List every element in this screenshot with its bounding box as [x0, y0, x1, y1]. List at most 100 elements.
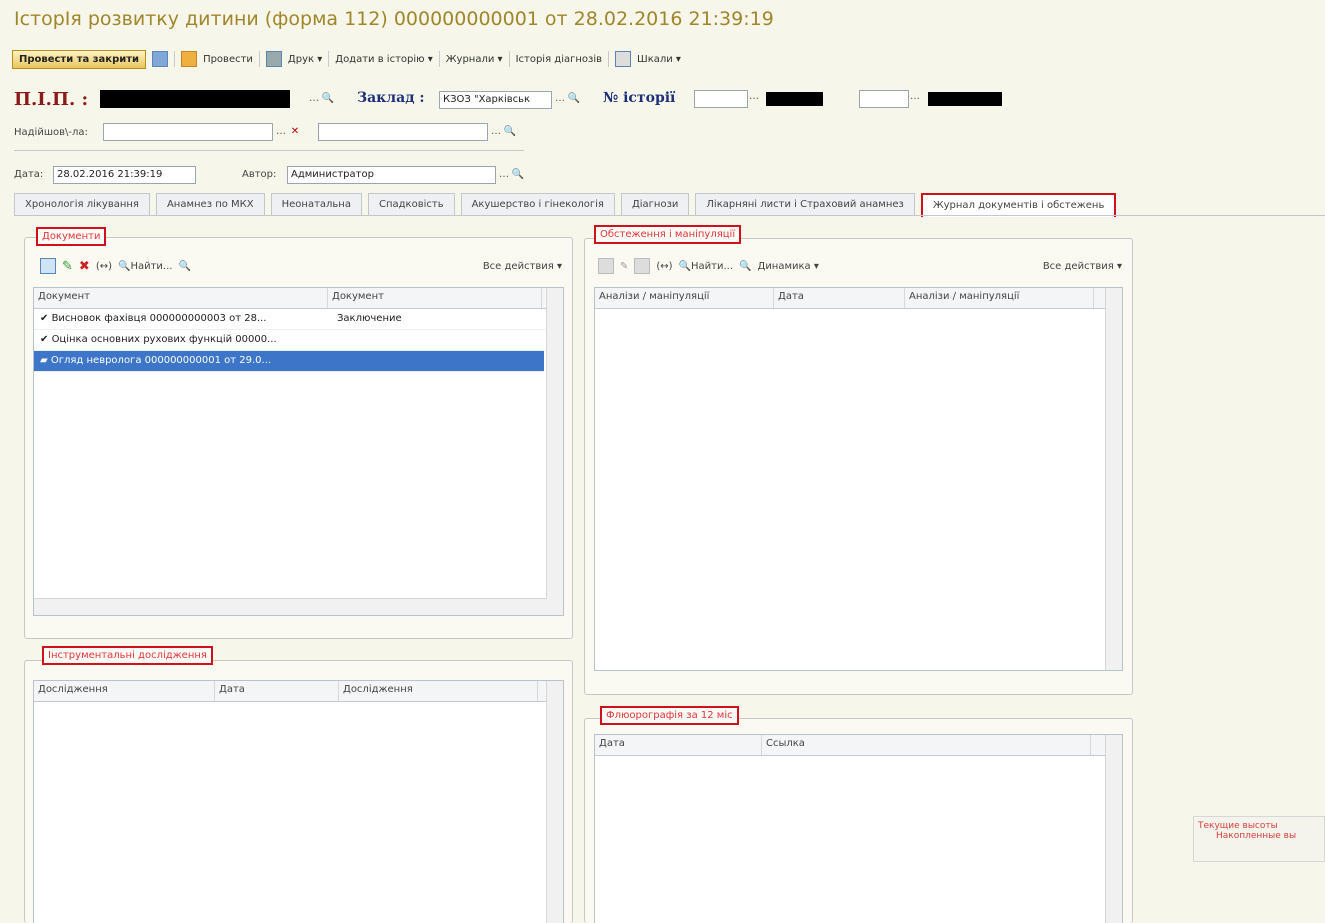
- column-header[interactable]: Дата: [215, 681, 339, 701]
- diagnosis-history-button[interactable]: Історія діагнозів: [516, 54, 602, 65]
- window-title: ІсторІя розвитку дитини (форма 112) 0000…: [14, 8, 774, 30]
- tab-heredity[interactable]: Спадковість: [367, 193, 455, 216]
- add-icon[interactable]: [598, 258, 614, 274]
- history-extra-select[interactable]: …: [910, 91, 924, 107]
- column-header[interactable]: Дата: [595, 735, 762, 755]
- main-toolbar: Провести та закрити Провести Друк ▾ Дода…: [12, 48, 681, 70]
- toolbar-separator: [438, 51, 440, 67]
- arrived-field[interactable]: [103, 123, 273, 141]
- edit-icon[interactable]: ✎: [62, 259, 73, 274]
- arrived-second-field[interactable]: [318, 123, 488, 141]
- history-number-field[interactable]: [694, 90, 748, 108]
- fluoro-grid-header: Дата Ссылка: [595, 735, 1122, 756]
- date-field[interactable]: 28.02.2016 21:39:19: [53, 166, 196, 184]
- documents-grid-header: Документ Документ: [34, 288, 563, 309]
- find-button[interactable]: 🔍Найти...: [118, 261, 172, 272]
- header-divider: [14, 150, 524, 151]
- pib-label: П.І.П. :: [14, 89, 89, 110]
- table-cell: ✔ Висновок фахівця 000000000003 от 28...: [40, 313, 267, 324]
- column-header[interactable]: Дослідження: [339, 681, 538, 701]
- search-icon[interactable]: 🔍: [178, 261, 190, 272]
- zaklad-field[interactable]: КЗОЗ "Харківськ: [439, 91, 552, 109]
- table-row-selected[interactable]: ▰ Огляд невролога 000000000001 от 29.0..…: [34, 351, 544, 372]
- info-line: Накопленные вы: [1216, 831, 1297, 841]
- exams-actions: ✎ (↔) 🔍Найти... 🔍 Динамика ▾ Все действи…: [598, 258, 1122, 274]
- edit-icon[interactable]: ✎: [620, 261, 628, 272]
- toolbar-separator: [508, 51, 510, 67]
- fluoro-grid: Дата Ссылка: [594, 734, 1123, 923]
- table-row[interactable]: ✔ Висновок фахівця 000000000003 от 28...…: [34, 309, 563, 330]
- journals-menu[interactable]: Журнали ▾: [446, 54, 503, 65]
- info-line: Текущие высоты: [1198, 821, 1278, 831]
- all-actions-menu[interactable]: Все действия ▾: [1043, 261, 1122, 272]
- tab-neonatal[interactable]: Неонатальна: [270, 193, 362, 216]
- side-info-box: Текущие высоты Накопленные вы: [1193, 816, 1325, 862]
- zaklad-select[interactable]: … 🔍: [553, 91, 581, 108]
- table-cell: Заключение: [337, 313, 402, 324]
- pib-select[interactable]: … 🔍: [307, 91, 335, 108]
- tab-strip: Хронологія лікування Анамнез по МКХ Неон…: [14, 193, 1325, 217]
- column-header[interactable]: Дослідження: [34, 681, 215, 701]
- all-actions-menu[interactable]: Все действия ▾: [483, 261, 562, 272]
- vertical-scrollbar[interactable]: [546, 288, 563, 615]
- tab-diagnoses[interactable]: Діагнози: [620, 193, 690, 216]
- arrived-select[interactable]: … ✕: [274, 124, 302, 141]
- date-label: Дата:: [14, 169, 44, 180]
- column-header[interactable]: Документ: [328, 288, 542, 308]
- vertical-scrollbar[interactable]: [1105, 735, 1122, 923]
- dynamics-menu[interactable]: Динамика ▾: [758, 261, 819, 272]
- tab-sick-leave[interactable]: Лікарняні листи і Страховий анамнез: [695, 193, 915, 216]
- post-button[interactable]: Провести: [203, 54, 253, 65]
- history-select[interactable]: …: [749, 91, 763, 107]
- column-header[interactable]: Дата: [774, 288, 905, 308]
- fluoro-legend: Флюорографія за 12 міс: [600, 706, 739, 725]
- link-icon[interactable]: (↔): [96, 261, 112, 272]
- history-extra-field[interactable]: [859, 90, 909, 108]
- column-header[interactable]: Аналізи / маніпуляції: [905, 288, 1094, 308]
- instrumental-legend: Інструментальні дослідження: [42, 646, 213, 665]
- add-icon[interactable]: [40, 258, 56, 274]
- documents-grid: Документ Документ ✔ Висновок фахівця 000…: [33, 287, 564, 616]
- post-icon: [181, 51, 198, 67]
- delete-icon[interactable]: [634, 258, 651, 274]
- tab-documents-journal[interactable]: Журнал документів і обстежень: [920, 193, 1117, 217]
- column-header[interactable]: Ссылка: [762, 735, 1091, 755]
- save-icon[interactable]: [152, 51, 169, 67]
- delete-icon[interactable]: ✖: [79, 259, 90, 274]
- toolbar-separator: [328, 51, 330, 67]
- vertical-scrollbar[interactable]: [546, 681, 563, 923]
- tab-obstetrics[interactable]: Акушерство і гінекологія: [460, 193, 615, 216]
- toolbar-separator: [608, 51, 609, 67]
- search-icon[interactable]: 🔍: [739, 261, 751, 272]
- vertical-scrollbar[interactable]: [1105, 288, 1122, 670]
- tab-baseline: [14, 215, 1325, 216]
- history-value-redacted: [766, 92, 823, 106]
- tab-treatment-chronology[interactable]: Хронологія лікування: [14, 193, 150, 216]
- arrived-label: Надійшов\-ла:: [14, 127, 88, 138]
- history-number-label: № історії: [603, 90, 676, 106]
- tab-anamnesis-icd[interactable]: Анамнез по МКХ: [155, 193, 265, 216]
- scales-icon: [615, 51, 631, 67]
- exams-grid-header: Аналізи / маніпуляції Дата Аналізи / ман…: [595, 288, 1122, 309]
- author-select[interactable]: … 🔍: [497, 167, 525, 184]
- patient-name-field-redacted[interactable]: [100, 90, 290, 108]
- table-cell: ▰ Огляд невролога 000000000001 от 29.0..…: [40, 355, 272, 366]
- toolbar-separator: [258, 51, 260, 67]
- instrumental-grid: Дослідження Дата Дослідження: [33, 680, 564, 923]
- column-header[interactable]: Документ: [34, 288, 328, 308]
- instrumental-grid-header: Дослідження Дата Дослідження: [34, 681, 563, 702]
- find-button[interactable]: 🔍Найти...: [679, 261, 733, 272]
- author-field[interactable]: Администратор: [287, 166, 496, 184]
- column-header[interactable]: Аналізи / маніпуляції: [595, 288, 774, 308]
- table-row[interactable]: ✔ Оцінка основних рухових функцій 00000.…: [34, 330, 563, 351]
- post-and-close-button[interactable]: Провести та закрити: [12, 49, 147, 69]
- zaklad-label: Заклад :: [357, 90, 425, 106]
- scales-menu[interactable]: Шкали ▾: [637, 54, 681, 65]
- exams-legend: Обстеження і маніпуляції: [594, 225, 742, 244]
- link-icon[interactable]: (↔): [656, 261, 672, 272]
- horizontal-scrollbar[interactable]: [34, 598, 547, 615]
- arrived-second-select[interactable]: … 🔍: [489, 124, 517, 141]
- print-menu[interactable]: Друк ▾: [288, 54, 322, 65]
- add-to-history-menu[interactable]: Додати в історію ▾: [335, 54, 433, 65]
- documents-actions: ✎ ✖ (↔) 🔍Найти... 🔍 Все действия ▾: [40, 258, 562, 274]
